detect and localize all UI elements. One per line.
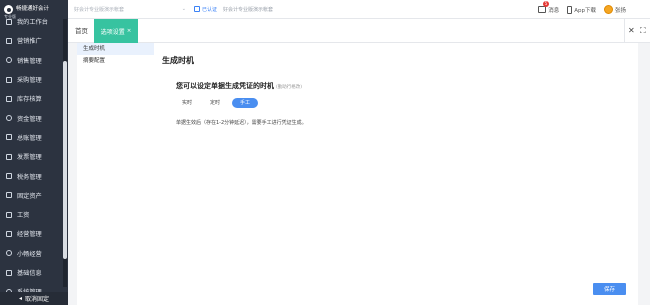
user-name: 张扬 (614, 7, 626, 14)
sidebar-item-label: 经营管理 (17, 231, 42, 239)
phone-icon (567, 5, 573, 14)
sidebar-item-label: 资金管理 (17, 115, 42, 123)
invoice-icon (6, 153, 12, 160)
sidebar-item-label: 采购管理 (17, 77, 42, 85)
messages-button[interactable]: 5 消息 (538, 0, 560, 14)
option-description: 单据生效后（存在1-2分钟延迟），需要手工进行凭证生成。 (176, 120, 307, 126)
sidebar-item-label: 销售管理 (17, 57, 42, 65)
cert-label: 已认证 (202, 6, 218, 13)
sidebar-item-assets[interactable]: 固定资产 (0, 186, 62, 205)
sidebar-item-label: 税务管理 (17, 173, 42, 181)
sidebar-menu: 我的工作台 营销推广 销售管理 采购管理 库存核算 资金管理 总账管理 发票管理… (0, 12, 62, 301)
sidebar-item-sales[interactable]: 销售管理 (0, 51, 62, 70)
sidebar-item-label: 小畅经营 (17, 250, 42, 258)
right-gutter (638, 43, 650, 305)
salary-icon (6, 211, 12, 218)
tax-icon (6, 173, 12, 180)
sidebar-item-label: 工资 (17, 212, 30, 220)
sidebar-item-tax[interactable]: 税务管理 (0, 166, 62, 185)
sidebar-item-invoice[interactable]: 发票管理 (0, 147, 62, 166)
settings-nav-item-summary-config[interactable]: 摘要配置 (77, 55, 154, 67)
close-all-tabs-button[interactable]: ✕ (628, 19, 635, 43)
sidebar-item-promotion[interactable]: 营销推广 (0, 31, 62, 50)
settings-content: 生成时机 您可以设定单据生成凭证的时机 (勤助行格改) 实时 定时 手工 单据生效… (154, 43, 638, 305)
avatar (603, 5, 613, 14)
sidebar-item-label: 营销推广 (17, 38, 42, 46)
assets-icon (6, 192, 12, 199)
funds-icon (6, 115, 12, 122)
fullscreen-icon[interactable]: ⛶ (640, 19, 646, 43)
sidebar-item-operation[interactable]: 经营管理 (0, 224, 62, 243)
sidebar-item-workbench[interactable]: 我的工作台 (0, 12, 62, 31)
sidebar-item-assistant[interactable]: 小畅经营 (0, 244, 62, 263)
top-right-actions: 5 消息 App下载 张扬 (538, 0, 650, 19)
user-menu[interactable]: 张扬 (603, 5, 626, 14)
option-realtime[interactable]: 实时 (176, 98, 198, 108)
close-icon[interactable]: × (127, 28, 132, 34)
basic-info-icon (6, 269, 12, 276)
divider (624, 19, 625, 43)
option-scheduled[interactable]: 定时 (204, 98, 226, 108)
app-download-button[interactable]: App下载 (567, 5, 596, 14)
sidebar-item-funds[interactable]: 资金管理 (0, 108, 62, 127)
operation-icon (6, 230, 12, 237)
tab-bar: 首页 选项设置 × ✕ ⛶ (68, 19, 650, 43)
sidebar-item-label: 我的工作台 (17, 19, 48, 27)
save-button[interactable]: 保存 (593, 283, 626, 295)
tab-label: 选项设置 (100, 28, 125, 36)
sidebar-item-purchase[interactable]: 采购管理 (0, 70, 62, 89)
sidebar-item-basic-info[interactable]: 基础信息 (0, 263, 62, 282)
sidebar-item-label: 发票管理 (17, 154, 42, 162)
purchase-icon (6, 76, 12, 83)
promotion-icon (6, 37, 12, 44)
cert-company-name: 好会计专业版演示帐套 (223, 6, 274, 13)
timing-question-note: (勤助行格改) (276, 85, 303, 90)
ledger-icon (6, 134, 12, 141)
assistant-icon (6, 250, 12, 257)
timing-options: 实时 定时 手工 (176, 98, 258, 108)
sidebar-item-label: 总账管理 (17, 134, 42, 142)
sidebar-item-label: 库存核算 (17, 96, 42, 104)
tab-options-settings[interactable]: 选项设置 × (94, 19, 138, 43)
sidebar-item-label: 固定资产 (17, 192, 42, 200)
timing-question-text: 您可以设定单据生成凭证的时机 (176, 82, 274, 90)
company-selector-text: 好会计专业版演示帐套 (74, 6, 125, 13)
sidebar: 畅捷通好会计 专业版 我的工作台 营销推广 销售管理 采购管理 库存核算 资金管… (0, 0, 68, 305)
option-manual[interactable]: 手工 (232, 98, 258, 108)
sidebar-item-label: 基础信息 (17, 270, 42, 277)
arrow-left-icon: ◂ (18, 295, 22, 302)
sidebar-item-ledger[interactable]: 总账管理 (0, 128, 62, 147)
message-icon (538, 6, 547, 13)
settings-nav: 生成时机 摘要配置 (77, 43, 154, 305)
tab-home[interactable]: 首页 (75, 19, 88, 43)
sales-icon (6, 57, 12, 64)
unpin-label: 取消固定 (25, 296, 50, 303)
messages-label: 消息 (548, 7, 560, 14)
sidebar-scrollbar[interactable] (63, 19, 67, 287)
workbench-icon (6, 18, 12, 25)
company-selector[interactable]: 好会计专业版演示帐套 ⌄ (74, 3, 192, 16)
settings-nav-item-generation-timing[interactable]: 生成时机 (77, 43, 154, 55)
sidebar-item-salary[interactable]: 工资 (0, 205, 62, 224)
message-count-badge: 5 (543, 0, 549, 7)
section-title: 生成时机 (162, 56, 194, 65)
shield-icon (194, 6, 200, 12)
top-bar: 好会计专业版演示帐套 ⌄ 已认证 好会计专业版演示帐套 5 消息 App下载 张… (68, 0, 650, 19)
timing-question: 您可以设定单据生成凭证的时机 (勤助行格改) (176, 81, 302, 91)
sidebar-item-inventory[interactable]: 库存核算 (0, 89, 62, 108)
app-download-label: App下载 (574, 7, 596, 14)
certification-badge[interactable]: 已认证 好会计专业版演示帐套 (194, 6, 273, 13)
scrollbar-thumb[interactable] (63, 61, 67, 259)
inventory-icon (6, 95, 12, 102)
unpin-sidebar-button[interactable]: ◂ 取消固定 (0, 292, 68, 305)
chevron-down-icon: ⌄ (181, 6, 186, 12)
